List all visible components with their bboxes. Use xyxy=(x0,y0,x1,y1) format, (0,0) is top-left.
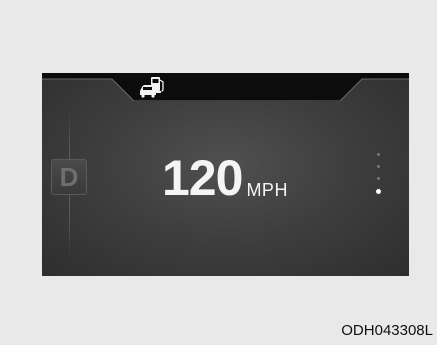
page-dot xyxy=(376,177,380,180)
instrument-display: D 120 MPH xyxy=(42,73,409,276)
figure-canvas: D 120 MPH ODH043308L xyxy=(0,0,437,345)
page-dot xyxy=(376,153,380,156)
gear-position: D xyxy=(59,162,79,192)
speed-readout: 120 MPH xyxy=(162,151,288,203)
page-dot xyxy=(376,165,380,168)
gear-indicator: D xyxy=(51,159,87,195)
page-dot-active xyxy=(375,189,381,194)
speed-value: 120 xyxy=(162,150,243,206)
top-status-bar xyxy=(42,73,409,101)
figure-caption: ODH043308L xyxy=(341,322,433,339)
page-indicator xyxy=(375,153,381,203)
speed-unit: MPH xyxy=(246,180,288,200)
